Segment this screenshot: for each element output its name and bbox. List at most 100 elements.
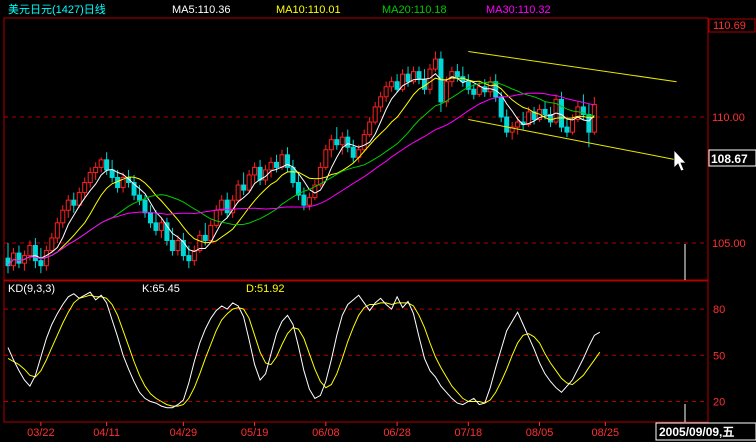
candle-down [558,98,564,128]
x-tick-label: 03/22 [27,427,55,439]
candle-down [38,260,44,267]
candle-down [564,126,570,133]
x-tick-label: 08/05 [526,427,554,439]
candle-up [235,184,241,201]
candle-up [367,121,373,136]
candle-down [109,169,115,178]
candle-up [378,96,384,108]
ma10-label: MA10:110.01 [276,4,341,16]
kd-tick-label: 20 [713,397,725,409]
candle-up [383,86,389,98]
candle-down [186,255,192,262]
candle-up [208,224,214,241]
candle-down [454,71,460,78]
candle-down [241,184,247,191]
candle-down [147,212,153,224]
candle-up [476,86,482,95]
x-tick-label: 04/29 [170,427,198,439]
candle-up [569,119,575,133]
price-tick-label: 110.00 [712,112,745,124]
candle-up [65,199,71,211]
candle-up [591,103,597,133]
candle-down [345,136,351,148]
candle-down [416,71,422,80]
candle-up [279,154,285,168]
chart-background [0,0,756,442]
candle-up [219,199,225,211]
candle-down [257,166,263,181]
candlestick-chart[interactable]: 美元日元(1427)日线 MA5:110.36 MA10:110.01 MA20… [0,0,756,442]
candle-up [306,197,312,206]
max-price-label: 110.69 [713,20,746,32]
candle-down [202,234,208,241]
candle-up [246,174,252,191]
candle-up [93,166,99,173]
x-tick-label: 08/25 [592,427,620,439]
candle-down [394,81,400,90]
candle-up [361,134,367,151]
candle-up [389,81,395,88]
candle-down [169,239,175,252]
candle-down [504,116,510,133]
candle-down [350,146,356,158]
current-date-label: 2005/09/09,五 [659,425,734,439]
candle-down [493,81,499,98]
kd-tick-label: 50 [713,350,725,362]
candle-up [175,239,181,252]
candle-down [334,139,340,146]
candle-up [432,58,438,70]
x-tick-label: 04/11 [93,427,120,439]
candle-up [268,161,274,171]
price-tick-label: 105.00 [712,238,746,250]
candle-down [137,194,143,201]
candle-down [274,161,280,168]
candle-up [27,245,33,257]
candle-down [542,108,548,115]
x-tick-label: 05/19 [241,427,269,439]
x-tick-label: 06/08 [312,427,340,439]
candle-up [427,68,433,90]
candle-up [60,209,66,224]
ma20-label: MA20:110.18 [382,4,447,16]
kd-title: KD(9,3,3) [8,283,55,295]
ma5-label: MA5:110.36 [172,4,231,16]
candle-up [82,182,88,194]
candle-up [317,166,323,186]
candle-up [230,199,236,214]
instrument-title: 美元日元(1427)日线 [8,2,106,16]
candle-up [158,222,164,231]
candle-down [290,166,296,184]
x-tick-label: 07/18 [455,427,483,439]
candle-down [71,199,77,206]
candle-down [16,252,22,264]
candle-up [487,81,493,93]
candle-down [153,222,159,231]
candle-down [104,159,110,171]
candle-down [438,58,444,103]
candle-down [405,73,411,83]
candle-down [224,199,230,214]
x-tick-label: 06/28 [383,427,411,439]
candle-up [443,81,449,103]
candle-down [471,88,477,95]
current-price-label: 108.67 [711,152,748,166]
candle-up [323,149,329,168]
candle-up [515,121,521,128]
kd-k-label: K:65.45 [142,283,180,295]
candle-down [32,245,38,262]
candle-up [328,139,334,151]
candle-up [213,209,219,226]
candle-up [252,166,258,176]
candle-up [98,159,104,168]
candle-down [498,96,504,118]
candle-up [87,171,93,184]
kd-tick-label: 80 [713,304,725,316]
candle-up [54,222,60,239]
candle-up [49,237,55,252]
kd-d-label: D:51.92 [246,283,285,295]
candle-down [142,199,148,214]
candle-up [339,136,345,146]
candle-down [301,194,307,206]
ma30-label: MA30:110.32 [486,4,551,16]
candle-up [372,106,378,123]
